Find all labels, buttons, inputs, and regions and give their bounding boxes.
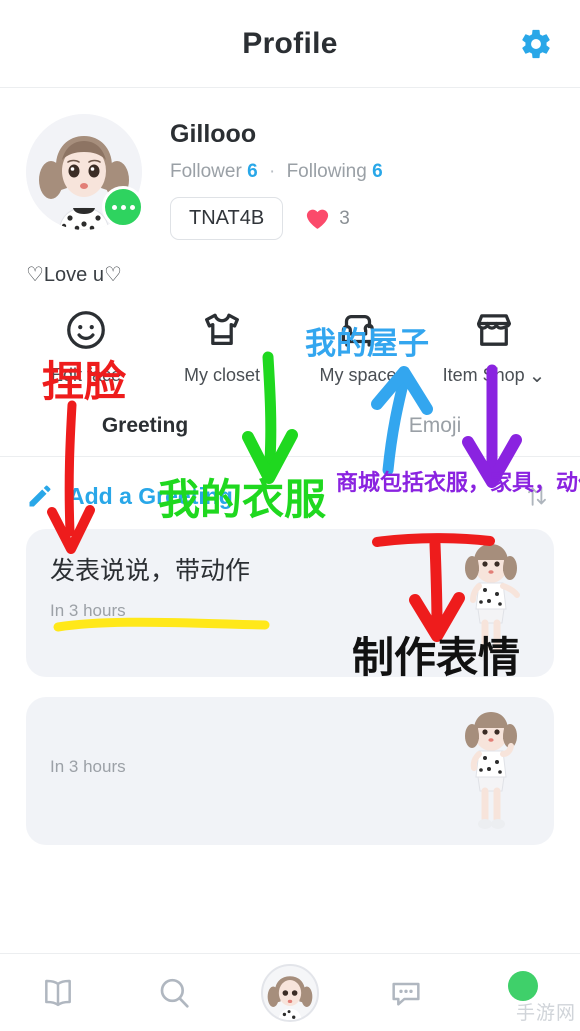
app-root: Profile Gillooo Follower 6 · Following 6…	[0, 0, 580, 1031]
annotation-my-house: 我的屋子	[305, 326, 429, 362]
annotation-make-emoji: 制作表情	[352, 633, 521, 682]
annotation-my-clothes: 我的衣服	[158, 475, 327, 524]
annotation-shop-contents: 商城包括衣服，家具，动作	[336, 471, 580, 496]
annotation-pinch-face: 捏脸	[42, 357, 127, 406]
